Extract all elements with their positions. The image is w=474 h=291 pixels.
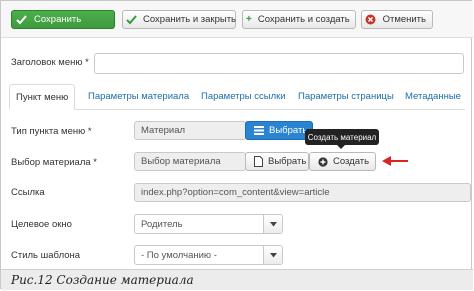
menu-title-input[interactable] bbox=[94, 53, 464, 74]
article-value: Выбор материала bbox=[141, 156, 221, 167]
template-value: - По умолчанию - bbox=[141, 249, 217, 261]
tab-menu-item[interactable]: Пункт меню bbox=[9, 84, 76, 110]
item-type-label: Тип пункта меню * bbox=[11, 126, 92, 137]
target-label: Целевое окно bbox=[11, 219, 72, 230]
editor-window: Сохранить Сохранить и закрыть + Сохранит… bbox=[0, 0, 473, 290]
plus-icon: + bbox=[246, 14, 252, 25]
link-value: index.php?option=com_content&view=articl… bbox=[141, 187, 330, 198]
save-new-label: Сохранить и создать bbox=[257, 14, 350, 25]
template-label: Стиль шаблона bbox=[11, 250, 81, 261]
tab-label: Параметры ссылки bbox=[201, 91, 286, 102]
article-field: Выбор материала bbox=[134, 152, 246, 171]
select-label: Выбрать bbox=[269, 125, 308, 136]
tooltip-text: Создать материал bbox=[307, 132, 377, 142]
file-icon bbox=[254, 156, 263, 167]
plus-circle-icon bbox=[318, 156, 328, 167]
item-type-select-button[interactable]: Выбрать bbox=[245, 121, 313, 140]
tab-label: Метаданные bbox=[405, 91, 461, 102]
save-icon bbox=[15, 13, 28, 26]
tab-article-params[interactable]: Параметры материала bbox=[88, 84, 189, 109]
article-select-button[interactable]: Выбрать bbox=[245, 152, 309, 171]
chevron-down-icon bbox=[263, 246, 282, 264]
save-button[interactable]: Сохранить bbox=[11, 10, 115, 29]
save-new-button[interactable]: + Сохранить и создать bbox=[242, 10, 356, 29]
tab-link-params[interactable]: Параметры ссылки bbox=[201, 84, 286, 109]
link-label: Ссылка bbox=[11, 187, 45, 198]
create-tooltip: Создать материал bbox=[305, 129, 379, 149]
menu-title-label: Заголовок меню * bbox=[11, 57, 89, 68]
save-close-button[interactable]: Сохранить и закрыть bbox=[122, 10, 236, 29]
check-icon bbox=[126, 13, 137, 26]
cancel-icon bbox=[365, 13, 377, 26]
save-label: Сохранить bbox=[34, 14, 82, 25]
tab-label: Пункт меню bbox=[16, 91, 69, 103]
cancel-button[interactable]: Отменить bbox=[361, 10, 433, 29]
tab-label: Параметры материала bbox=[88, 91, 190, 102]
cancel-label: Отменить bbox=[382, 14, 426, 25]
item-type-value: Материал bbox=[141, 125, 186, 136]
tab-metadata[interactable]: Метаданные bbox=[405, 84, 461, 109]
toolbar: Сохранить Сохранить и закрыть + Сохранит… bbox=[1, 1, 473, 38]
tab-bar: Пункт меню Параметры материала Параметры… bbox=[9, 84, 465, 110]
list-icon bbox=[254, 126, 264, 135]
create-label: Создать bbox=[333, 156, 370, 167]
figure-caption: Рис.12 Создание материала bbox=[1, 269, 473, 290]
article-create-button[interactable]: Создать bbox=[309, 152, 376, 171]
target-value: Родитель bbox=[141, 218, 183, 230]
target-select[interactable]: Родитель bbox=[134, 214, 283, 234]
save-close-label: Сохранить и закрыть bbox=[143, 14, 237, 25]
item-type-field: Материал bbox=[134, 121, 246, 140]
chevron-down-icon bbox=[263, 215, 282, 233]
arrow-icon bbox=[382, 155, 408, 167]
link-field: index.php?option=com_content&view=articl… bbox=[134, 183, 471, 202]
article-label: Выбор материала * bbox=[11, 157, 97, 168]
tab-page-params[interactable]: Параметры страницы bbox=[298, 84, 394, 109]
caption-text: Рис.12 Создание материала bbox=[11, 273, 194, 287]
tab-label: Параметры страницы bbox=[298, 91, 394, 102]
template-select[interactable]: - По умолчанию - bbox=[134, 245, 283, 265]
select-label: Выбрать bbox=[268, 156, 307, 167]
